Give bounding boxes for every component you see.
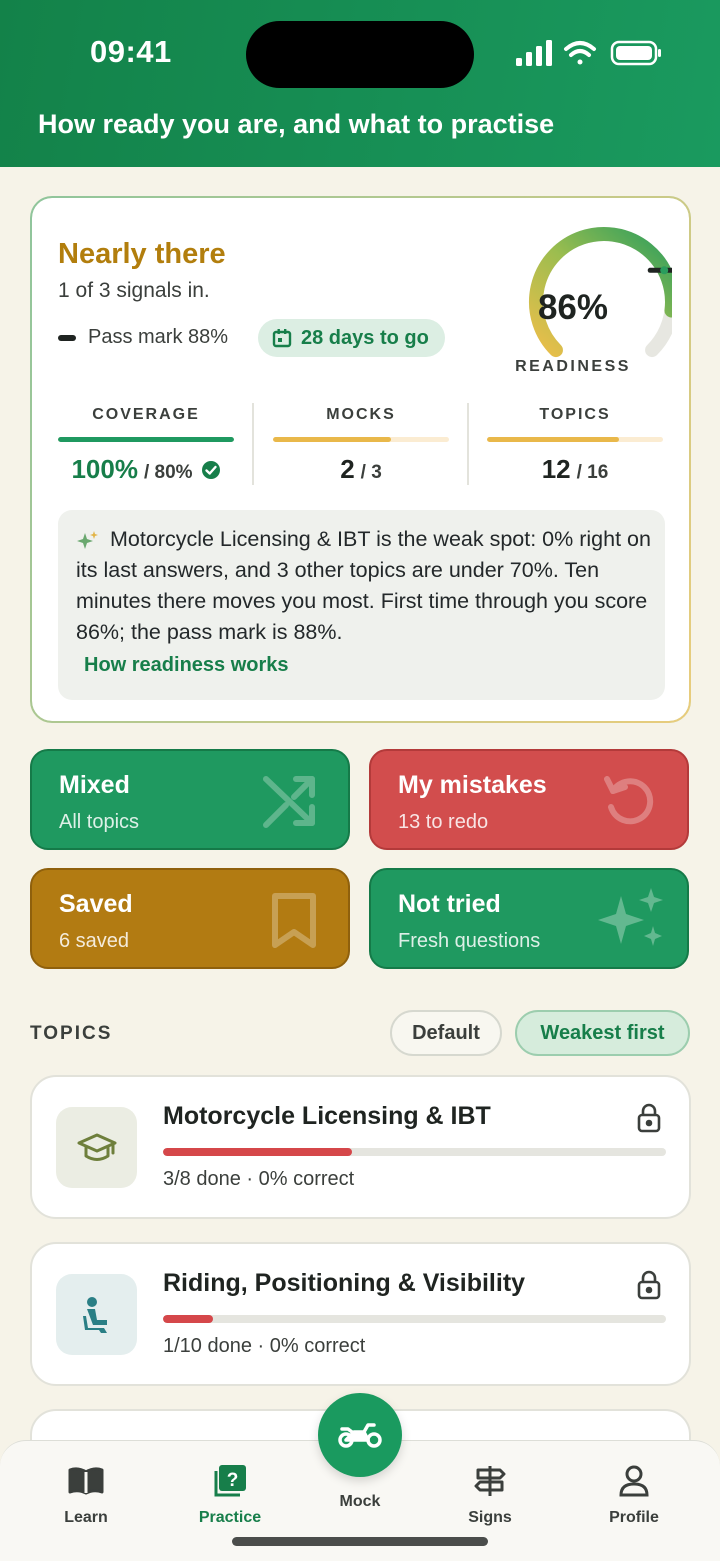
mode-subtitle: 13 to redo	[398, 811, 489, 833]
mode-not-tried-button[interactable]: Not tried Fresh questions	[369, 868, 689, 969]
stat-coverage: COVERAGE 100% / 80%	[58, 406, 234, 485]
stat-fill	[273, 437, 391, 442]
readiness-label: READINESS	[515, 358, 631, 375]
graduation-cap-icon	[77, 1133, 116, 1161]
nav-learn[interactable]: Learn	[31, 1461, 141, 1527]
days-to-go-label: 28 days to go	[301, 326, 429, 349]
lock-icon	[637, 1103, 661, 1133]
signpost-icon	[474, 1466, 506, 1496]
topic-meta: 3/8 done · 0% correct	[163, 1168, 355, 1190]
topic-card[interactable]: Riding, Positioning & Visibility 1/10 do…	[30, 1242, 691, 1386]
sort-default-button[interactable]: Default	[390, 1010, 502, 1056]
readiness-card: Nearly there 1 of 3 signals in. Pass mar…	[30, 196, 691, 723]
insight-text: Motorcycle Licensing & IBT is the weak s…	[76, 527, 651, 644]
nav-mock[interactable]: Mock	[305, 1493, 415, 1511]
stat-track	[487, 437, 663, 442]
mode-title: Not tried	[398, 890, 501, 918]
mode-subtitle: Fresh questions	[398, 930, 541, 952]
stat-track	[273, 437, 449, 442]
mode-title: My mistakes	[398, 771, 547, 799]
nav-signs[interactable]: Signs	[435, 1461, 545, 1527]
stat-of: / 80%	[143, 462, 193, 483]
stat-fill	[58, 437, 234, 442]
topic-progress-track	[163, 1148, 666, 1156]
readiness-subtitle: 1 of 3 signals in.	[58, 279, 210, 302]
calendar-icon	[272, 329, 292, 348]
topic-icon-tile	[56, 1274, 137, 1355]
topics-heading: TOPICS	[30, 1023, 113, 1044]
stat-label: TOPICS	[539, 406, 611, 423]
readiness-percent: 86%	[537, 288, 609, 327]
status-time: 09:41	[90, 34, 172, 69]
stat-of: / 16	[576, 462, 609, 483]
stat-track	[58, 437, 234, 442]
sparkle-icon	[598, 888, 663, 946]
mode-title: Mixed	[59, 771, 130, 799]
shuffle-icon	[263, 776, 315, 828]
topic-progress-track	[163, 1315, 666, 1323]
mode-mistakes-button[interactable]: My mistakes 13 to redo	[369, 749, 689, 850]
nav-label: Signs	[468, 1509, 512, 1526]
stat-of: / 3	[360, 462, 382, 483]
mode-title: Saved	[59, 890, 133, 918]
book-icon	[68, 1467, 104, 1495]
topic-card[interactable]: Motorcycle Licensing & IBT 3/8 done · 0%…	[30, 1075, 691, 1219]
mode-subtitle: All topics	[59, 811, 140, 833]
check-circle-icon	[201, 460, 220, 479]
stat-number: 100%	[71, 454, 138, 484]
pass-mark-label: Pass mark 88%	[88, 326, 229, 348]
stat-number: 2	[340, 454, 355, 484]
status-icons	[516, 40, 661, 66]
rider-icon	[82, 1296, 107, 1333]
stat-number: 12	[541, 454, 571, 484]
mode-saved-button[interactable]: Saved 6 saved	[30, 868, 350, 969]
topic-meta: 1/10 done · 0% correct	[163, 1335, 366, 1357]
stat-divider	[467, 403, 469, 485]
stat-label: MOCKS	[326, 406, 396, 423]
sort-weakest-button[interactable]: Weakest first	[515, 1010, 690, 1056]
nav-practice[interactable]: ? Practice	[175, 1461, 285, 1527]
page-title: How ready you are, and what to practise	[38, 109, 555, 139]
readiness-insight: Motorcycle Licensing & IBT is the weak s…	[58, 510, 665, 700]
wifi-icon	[564, 41, 596, 65]
battery-icon	[610, 40, 661, 66]
how-readiness-works-link[interactable]: How readiness works	[84, 654, 289, 677]
nav-label: Practice	[198, 1509, 262, 1526]
stat-mocks: MOCKS 2 / 3	[273, 406, 449, 485]
stat-value: 12 / 16	[487, 454, 663, 485]
nav-label: Learn	[64, 1509, 108, 1526]
question-icon: ?	[214, 1465, 246, 1497]
topic-progress-fill	[163, 1315, 214, 1323]
stat-fill	[487, 437, 619, 442]
days-to-go-badge: 28 days to go	[258, 319, 445, 357]
motorcycle-icon	[338, 1423, 382, 1448]
mock-exam-button[interactable]	[318, 1393, 402, 1477]
nav-profile[interactable]: Profile	[579, 1461, 689, 1527]
stat-topics: TOPICS 12 / 16	[487, 406, 663, 485]
stat-divider	[252, 403, 254, 485]
stat-value: 100% / 80%	[58, 454, 234, 485]
redo-icon	[604, 776, 654, 825]
home-indicator	[232, 1537, 488, 1546]
topic-name: Riding, Positioning & Visibility	[163, 1269, 526, 1297]
topic-name: Motorcycle Licensing & IBT	[163, 1102, 491, 1130]
topic-progress-fill	[163, 1148, 352, 1156]
bookmark-icon	[272, 893, 316, 948]
lock-icon	[637, 1270, 661, 1300]
pass-mark-marker-icon	[58, 334, 76, 341]
nav-label: Profile	[609, 1509, 659, 1526]
app-header: 09:41 How ready you are, and what to pra…	[0, 0, 720, 167]
stat-label: COVERAGE	[92, 406, 200, 423]
mode-mixed-button[interactable]: Mixed All topics	[30, 749, 350, 850]
dynamic-island	[246, 21, 474, 88]
pass-mark: Pass mark 88%	[58, 326, 228, 349]
readiness-status: Nearly there	[58, 238, 226, 270]
nav-label: Mock	[339, 1493, 381, 1510]
mode-subtitle: 6 saved	[59, 930, 130, 952]
stat-value: 2 / 3	[273, 454, 449, 485]
signal-icon	[516, 40, 552, 66]
person-icon	[619, 1465, 649, 1497]
topic-icon-tile	[56, 1107, 137, 1188]
svg-text:?: ?	[227, 1470, 239, 1491]
